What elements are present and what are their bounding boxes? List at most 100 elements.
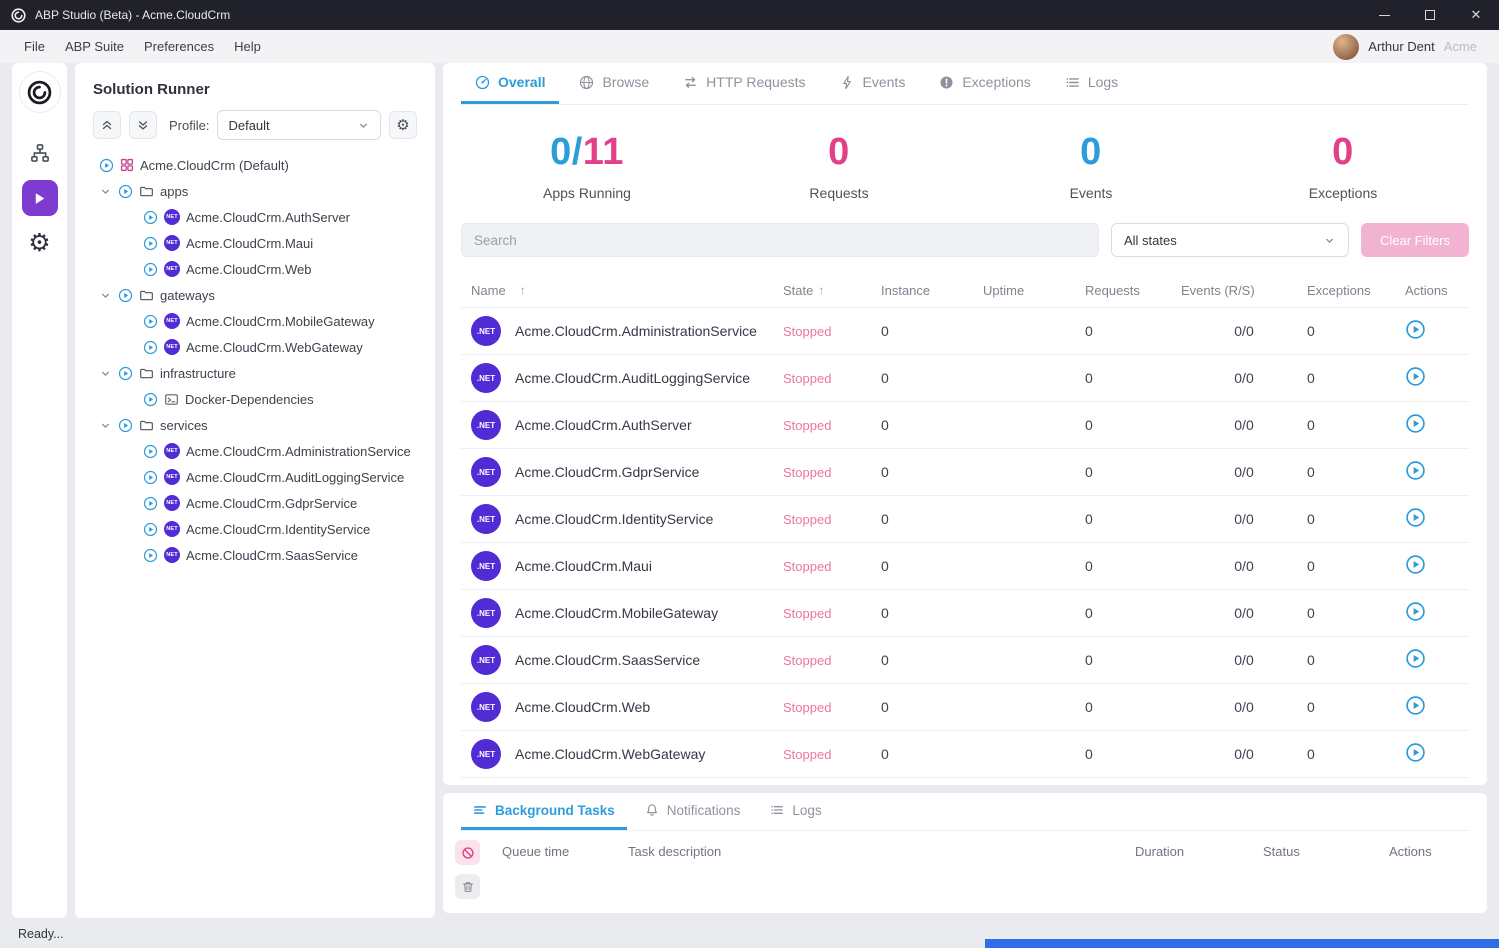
column-instance[interactable]: Instance — [881, 283, 983, 298]
clear-filters-button[interactable]: Clear Filters — [1361, 223, 1469, 257]
tree-item-app[interactable]: NET Acme.CloudCrm.AdministrationService — [75, 438, 435, 464]
tree-item-solution[interactable]: Acme.CloudCrm (Default) — [75, 152, 435, 178]
user-avatar[interactable] — [1333, 34, 1359, 60]
play-circle-icon[interactable] — [143, 522, 158, 537]
play-circle-icon[interactable] — [143, 496, 158, 511]
start-app-button[interactable] — [1405, 413, 1427, 435]
chevron-down-icon[interactable] — [99, 289, 112, 302]
play-circle-icon[interactable] — [143, 210, 158, 225]
tab-browse[interactable]: Browse — [565, 63, 663, 104]
user-area[interactable]: Arthur Dent Acme — [1333, 34, 1485, 60]
start-app-button[interactable] — [1405, 366, 1427, 388]
chevron-down-icon[interactable] — [99, 185, 112, 198]
play-circle-icon[interactable] — [143, 548, 158, 563]
table-row[interactable]: .NETAcme.CloudCrm.Web Stopped 0 0 0/0 0 — [461, 683, 1469, 730]
tab-notifications[interactable]: Notifications — [633, 793, 753, 830]
table-row[interactable]: .NETAcme.CloudCrm.Maui Stopped 0 0 0/0 0 — [461, 542, 1469, 589]
play-circle-icon[interactable] — [143, 392, 158, 407]
tab-logs[interactable]: Logs — [1051, 63, 1132, 104]
dotnet-icon: .NET — [471, 504, 501, 534]
events-count: 0/0 — [1181, 370, 1307, 386]
table-row[interactable]: .NETAcme.CloudCrm.WebGateway Stopped 0 0… — [461, 730, 1469, 777]
start-app-button[interactable] — [1405, 742, 1427, 764]
collapse-all-button[interactable] — [93, 111, 121, 139]
tree-item-folder-gateways[interactable]: gateways — [75, 282, 435, 308]
column-requests[interactable]: Requests — [1085, 283, 1181, 298]
column-events[interactable]: Events (R/S) — [1181, 283, 1307, 298]
search-input[interactable] — [461, 223, 1099, 257]
table-row[interactable]: .NETAcme.CloudCrm.AdministrationService … — [461, 307, 1469, 354]
play-circle-icon[interactable] — [118, 184, 133, 199]
column-exceptions[interactable]: Exceptions — [1307, 283, 1405, 298]
list-icon — [770, 803, 784, 817]
start-app-button[interactable] — [1405, 601, 1427, 623]
play-circle-icon[interactable] — [99, 158, 114, 173]
tab-overall[interactable]: Overall — [461, 63, 559, 104]
table-row[interactable]: .NETAcme.CloudCrm.AuditLoggingService St… — [461, 354, 1469, 401]
tree-item-docker[interactable]: Docker-Dependencies — [75, 386, 435, 412]
table-row[interactable]: .NETAcme.CloudCrm.MobileGateway Stopped … — [461, 589, 1469, 636]
play-circle-icon[interactable] — [143, 340, 158, 355]
tree-item-folder-infrastructure[interactable]: infrastructure — [75, 360, 435, 386]
play-circle-icon[interactable] — [143, 236, 158, 251]
tab-exceptions[interactable]: Exceptions — [925, 63, 1044, 104]
menu-preferences[interactable]: Preferences — [134, 39, 224, 54]
tree-item-app[interactable]: NET Acme.CloudCrm.SaasService — [75, 542, 435, 568]
solution-runner-button[interactable] — [22, 180, 58, 216]
tab-events[interactable]: Events — [826, 63, 920, 104]
tab-bottom-logs[interactable]: Logs — [758, 793, 833, 830]
tree-item-app[interactable]: NET Acme.CloudCrm.Maui — [75, 230, 435, 256]
tree-item-app[interactable]: NET Acme.CloudCrm.Web — [75, 256, 435, 282]
tree-item-app[interactable]: NET Acme.CloudCrm.AuditLoggingService — [75, 464, 435, 490]
tree-item-app[interactable]: NET Acme.CloudCrm.IdentityService — [75, 516, 435, 542]
tree-item-app[interactable]: NET Acme.CloudCrm.WebGateway — [75, 334, 435, 360]
start-app-button[interactable] — [1405, 319, 1427, 341]
cancel-tasks-button[interactable] — [455, 840, 480, 865]
column-state[interactable]: State — [783, 283, 813, 298]
menubar: File ABP Suite Preferences Help Arthur D… — [0, 30, 1499, 63]
tree-item-app[interactable]: NET Acme.CloudCrm.GdprService — [75, 490, 435, 516]
tree-item-app[interactable]: NET Acme.CloudCrm.MobileGateway — [75, 308, 435, 334]
tree-item-folder-services[interactable]: services — [75, 412, 435, 438]
start-app-button[interactable] — [1405, 695, 1427, 717]
play-circle-icon[interactable] — [143, 470, 158, 485]
menu-help[interactable]: Help — [224, 39, 271, 54]
start-app-button[interactable] — [1405, 460, 1427, 482]
settings-button[interactable]: ⚙ — [22, 225, 58, 261]
clear-tasks-button[interactable] — [455, 874, 480, 899]
chevron-down-icon[interactable] — [99, 367, 112, 380]
column-uptime[interactable]: Uptime — [983, 283, 1085, 298]
column-name[interactable]: Name — [471, 283, 506, 298]
start-app-button[interactable] — [1405, 554, 1427, 576]
tree-item-folder-apps[interactable]: apps — [75, 178, 435, 204]
abp-logo-button[interactable] — [19, 71, 61, 113]
play-circle-icon[interactable] — [143, 444, 158, 459]
minimize-button[interactable] — [1361, 0, 1407, 30]
profile-select[interactable]: Default — [217, 110, 381, 140]
play-circle-icon[interactable] — [118, 418, 133, 433]
table-row[interactable]: .NETAcme.CloudCrm.GdprService Stopped 0 … — [461, 448, 1469, 495]
tab-background-tasks[interactable]: Background Tasks — [461, 793, 627, 830]
maximize-button[interactable] — [1407, 0, 1453, 30]
play-circle-icon[interactable] — [118, 366, 133, 381]
play-circle-icon[interactable] — [143, 314, 158, 329]
menu-abp-suite[interactable]: ABP Suite — [55, 39, 134, 54]
start-app-button[interactable] — [1405, 648, 1427, 670]
close-button[interactable]: ✕ — [1453, 0, 1499, 30]
state-filter-select[interactable]: All states — [1111, 223, 1349, 257]
events-count: 0/0 — [1181, 511, 1307, 527]
menu-file[interactable]: File — [14, 39, 55, 54]
table-row[interactable]: .NETAcme.CloudCrm.AuthServer Stopped 0 0… — [461, 401, 1469, 448]
play-circle-icon[interactable] — [118, 288, 133, 303]
tree-item-label: infrastructure — [160, 366, 236, 381]
tab-http-requests[interactable]: HTTP Requests — [669, 63, 819, 104]
start-app-button[interactable] — [1405, 507, 1427, 529]
chevron-down-icon[interactable] — [99, 419, 112, 432]
tree-item-app[interactable]: NET Acme.CloudCrm.AuthServer — [75, 204, 435, 230]
runner-settings-button[interactable]: ⚙ — [389, 111, 417, 139]
play-circle-icon[interactable] — [143, 262, 158, 277]
solution-explorer-button[interactable] — [22, 135, 58, 171]
expand-all-button[interactable] — [129, 111, 157, 139]
table-row[interactable]: .NETAcme.CloudCrm.IdentityService Stoppe… — [461, 495, 1469, 542]
table-row[interactable]: .NETAcme.CloudCrm.SaasService Stopped 0 … — [461, 636, 1469, 683]
